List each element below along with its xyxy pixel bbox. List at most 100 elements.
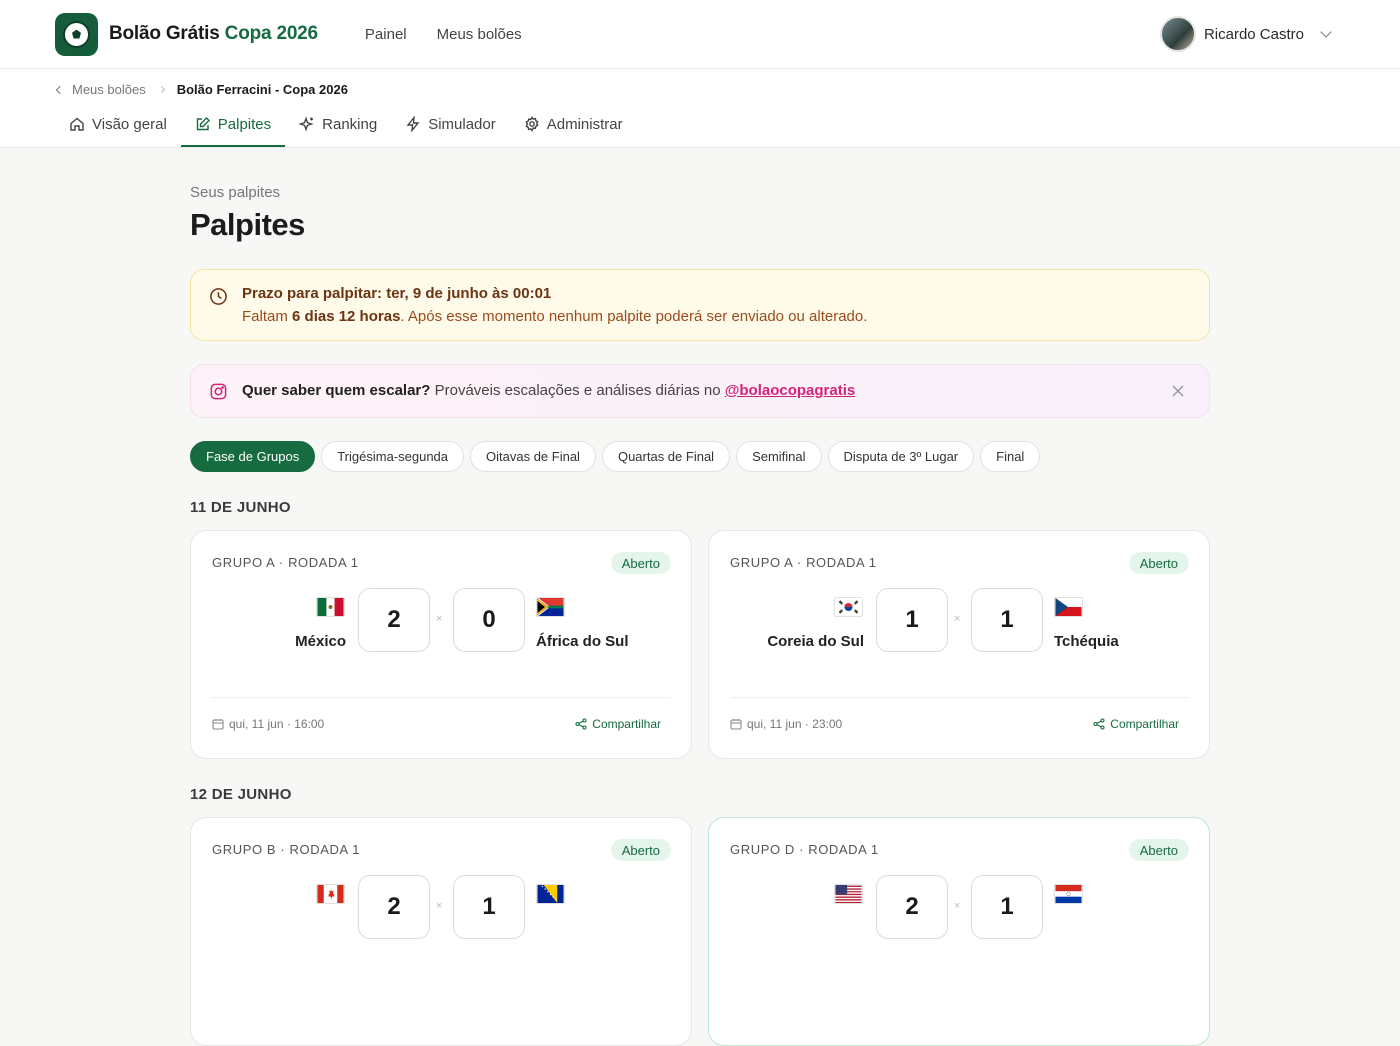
share-button[interactable]: Compartilhar bbox=[1093, 717, 1179, 731]
phase-trigesima-segunda[interactable]: Trigésima-segunda bbox=[321, 441, 465, 472]
tab-label: Visão geral bbox=[92, 115, 167, 133]
match-card: GRUPO D · RODADA 1 Aberto 2 × 1 bbox=[708, 817, 1210, 1046]
score-separator: × bbox=[954, 900, 961, 912]
chevron-left-icon[interactable] bbox=[55, 85, 65, 94]
tab-palpites[interactable]: Palpites bbox=[180, 103, 286, 147]
match-round: GRUPO A · RODADA 1 bbox=[730, 555, 877, 570]
tab-ranking[interactable]: Ranking bbox=[285, 103, 391, 147]
breadcrumb-parent[interactable]: Meus bolões bbox=[72, 82, 146, 97]
phase-quartas[interactable]: Quartas de Final bbox=[601, 441, 731, 472]
bosnia-flag-icon bbox=[536, 884, 565, 904]
chevron-right-icon bbox=[157, 85, 165, 94]
phase-terceiro-lugar[interactable]: Disputa de 3º Lugar bbox=[827, 441, 975, 472]
phase-semifinal[interactable]: Semifinal bbox=[736, 441, 822, 472]
score-separator: × bbox=[954, 613, 961, 625]
share-icon bbox=[575, 718, 587, 730]
away-score-input[interactable]: 1 bbox=[453, 875, 525, 939]
match-grid: GRUPO A · RODADA 1 Aberto México 2 × 0 Á… bbox=[190, 530, 1210, 759]
czechia-flag-icon bbox=[1054, 597, 1083, 617]
away-team: África do Sul bbox=[536, 597, 686, 650]
tab-label: Ranking bbox=[322, 115, 378, 133]
home-team bbox=[196, 884, 346, 920]
home-score-input[interactable]: 2 bbox=[358, 875, 430, 939]
home-icon bbox=[70, 117, 84, 131]
status-badge: Aberto bbox=[610, 839, 671, 861]
sparkle-icon bbox=[299, 116, 314, 132]
home-score-input[interactable]: 2 bbox=[876, 875, 948, 939]
date-heading: 12 DE JUNHO bbox=[190, 786, 292, 803]
deadline-alert: Prazo para palpitar: ter, 9 de junho às … bbox=[190, 269, 1210, 341]
calendar-icon bbox=[212, 719, 224, 730]
status-badge: Aberto bbox=[610, 552, 671, 574]
share-button[interactable]: Compartilhar bbox=[575, 717, 661, 731]
home-score-input[interactable]: 2 bbox=[358, 588, 430, 652]
tab-visao-geral[interactable]: Visão geral bbox=[55, 103, 181, 147]
logo-icon[interactable] bbox=[55, 12, 98, 56]
close-icon[interactable] bbox=[1171, 384, 1185, 398]
match-grid: GRUPO B · RODADA 1 Aberto 2 × 1 GRUPO D … bbox=[190, 817, 1210, 1046]
promo-text: Quer saber quem escalar? Prováveis escal… bbox=[242, 382, 856, 399]
instagram-promo: Quer saber quem escalar? Prováveis escal… bbox=[190, 364, 1210, 418]
match-round: GRUPO A · RODADA 1 bbox=[212, 555, 359, 570]
deadline-title: Prazo para palpitar: ter, 9 de junho às … bbox=[242, 285, 552, 302]
user-name: Ricardo Castro bbox=[1203, 25, 1304, 43]
edit-icon bbox=[196, 117, 210, 131]
score-separator: × bbox=[436, 900, 443, 912]
nav-meus-boloes[interactable]: Meus bolões bbox=[437, 26, 522, 43]
page-title: Palpites bbox=[190, 207, 305, 242]
match-round: GRUPO B · RODADA 1 bbox=[212, 842, 361, 857]
tab-label: Simulador bbox=[428, 115, 496, 133]
away-score-input[interactable]: 0 bbox=[453, 588, 525, 652]
paraguay-flag-icon bbox=[1054, 884, 1083, 904]
deadline-text: Faltam 6 dias 12 horas. Após esse moment… bbox=[242, 308, 868, 325]
away-score-input[interactable]: 1 bbox=[971, 875, 1043, 939]
main-nav: Painel Meus bolões bbox=[365, 26, 522, 43]
home-score-input[interactable]: 1 bbox=[876, 588, 948, 652]
tab-label: Administrar bbox=[546, 115, 623, 133]
date-heading: 11 DE JUNHO bbox=[190, 499, 291, 516]
tab-simulador[interactable]: Simulador bbox=[391, 103, 510, 147]
nav-painel[interactable]: Painel bbox=[365, 26, 407, 43]
bolao-tabs: Visão geral Palpites Ranking Simulador A… bbox=[55, 103, 637, 147]
sub-header: Meus bolões Bolão Ferracini - Copa 2026 … bbox=[0, 69, 1400, 148]
home-team: Coreia do Sul bbox=[714, 597, 864, 650]
bolt-icon bbox=[406, 116, 420, 132]
match-card: GRUPO A · RODADA 1 Aberto México 2 × 0 Á… bbox=[190, 530, 692, 759]
south-africa-flag-icon bbox=[536, 597, 565, 617]
usa-flag-icon bbox=[834, 884, 863, 904]
phase-fase-de-grupos[interactable]: Fase de Grupos bbox=[190, 441, 316, 472]
instagram-handle-link[interactable]: @bolaocopagratis bbox=[725, 382, 855, 399]
calendar-icon bbox=[730, 719, 742, 730]
phase-filter: Fase de Grupos Trigésima-segunda Oitavas… bbox=[190, 441, 1210, 472]
phase-final[interactable]: Final bbox=[980, 441, 1041, 472]
brand-title[interactable]: Bolão Grátis Copa 2026 bbox=[109, 23, 318, 45]
home-team bbox=[714, 884, 864, 920]
canada-flag-icon bbox=[316, 884, 345, 904]
instagram-icon bbox=[210, 383, 227, 400]
breadcrumb-current: Bolão Ferracini - Copa 2026 bbox=[176, 82, 348, 97]
phase-oitavas[interactable]: Oitavas de Final bbox=[470, 441, 596, 472]
top-bar: Bolão Grátis Copa 2026 Painel Meus bolõe… bbox=[0, 0, 1400, 69]
gear-icon bbox=[525, 116, 539, 132]
match-datetime: qui, 11 jun · 16:00 bbox=[212, 717, 324, 731]
away-team bbox=[536, 884, 686, 920]
away-score-input[interactable]: 1 bbox=[971, 588, 1043, 652]
home-team: México bbox=[196, 597, 346, 650]
status-badge: Aberto bbox=[1128, 552, 1189, 574]
status-badge: Aberto bbox=[1128, 839, 1189, 861]
avatar bbox=[1159, 16, 1196, 52]
score-separator: × bbox=[436, 613, 443, 625]
away-team bbox=[1054, 884, 1204, 920]
south-korea-flag-icon bbox=[834, 597, 863, 617]
share-icon bbox=[1093, 718, 1105, 730]
breadcrumb: Meus bolões Bolão Ferracini - Copa 2026 bbox=[55, 82, 348, 97]
match-card: GRUPO B · RODADA 1 Aberto 2 × 1 bbox=[190, 817, 692, 1046]
tab-label: Palpites bbox=[217, 115, 272, 133]
deadline-remaining: 6 dias 12 horas bbox=[292, 308, 401, 325]
chevron-down-icon bbox=[1320, 26, 1332, 38]
mexico-flag-icon bbox=[316, 597, 345, 617]
match-card: GRUPO A · RODADA 1 Aberto Coreia do Sul … bbox=[708, 530, 1210, 759]
user-menu[interactable]: Ricardo Castro bbox=[1159, 16, 1332, 52]
tab-administrar[interactable]: Administrar bbox=[510, 103, 637, 147]
page-eyebrow: Seus palpites bbox=[190, 184, 281, 201]
